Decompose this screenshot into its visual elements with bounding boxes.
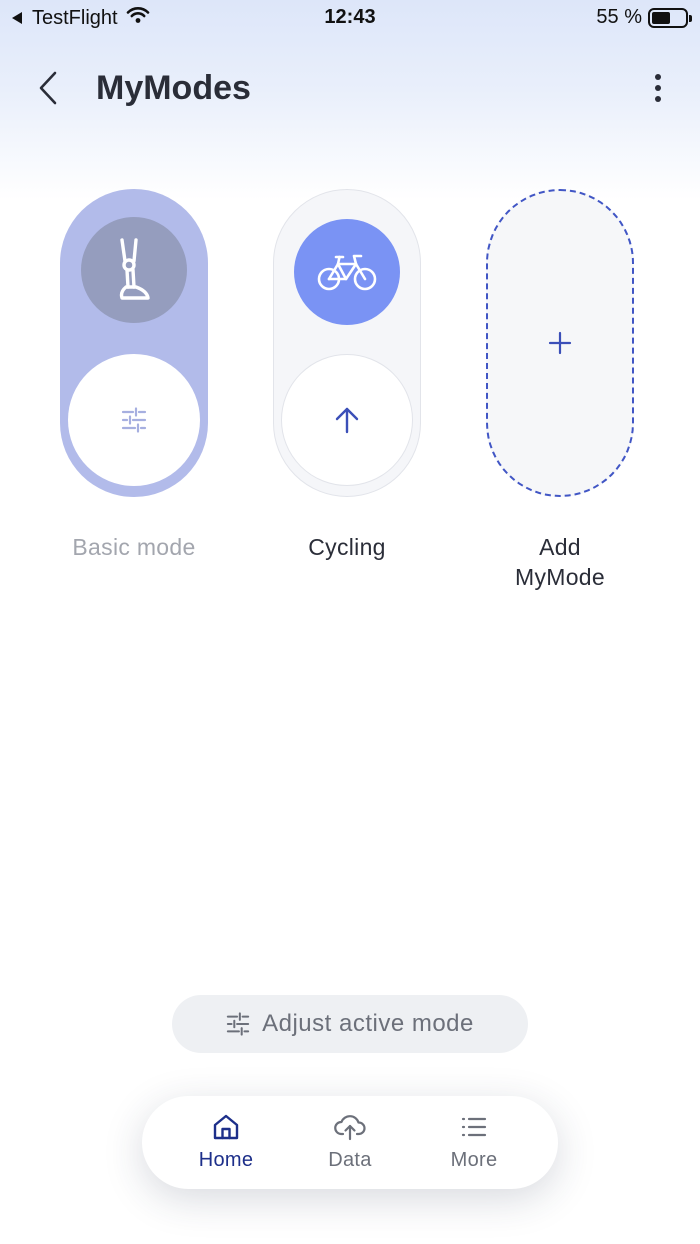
add-mymode-button[interactable] — [486, 189, 634, 497]
battery-percent: 55 % — [596, 6, 642, 28]
tab-more[interactable]: More — [419, 1113, 529, 1172]
status-bar: TestFlight 12:43 55 % — [0, 0, 700, 38]
activate-mode-button[interactable] — [280, 353, 413, 486]
sliders-icon — [121, 407, 147, 433]
mode-icon-badge — [81, 217, 187, 323]
cloud-upload-icon — [334, 1115, 366, 1141]
adjust-active-mode-label: Adjust active mode — [262, 1010, 474, 1037]
mode-settings-button[interactable] — [68, 354, 200, 486]
tab-more-label: More — [450, 1149, 498, 1171]
adjust-active-mode-button[interactable]: Adjust active mode — [172, 995, 528, 1053]
mode-label-add: Add MyMode — [515, 534, 605, 590]
sliders-icon — [226, 1012, 250, 1036]
chevron-left-icon — [39, 71, 57, 105]
mode-card-basic[interactable] — [60, 189, 208, 497]
mode-icon-badge — [293, 218, 400, 325]
battery-icon — [648, 7, 692, 28]
battery-level — [652, 11, 670, 24]
more-options-button[interactable] — [640, 68, 676, 108]
home-icon — [213, 1114, 239, 1140]
back-button[interactable] — [30, 68, 66, 108]
arrow-up-icon — [335, 407, 358, 433]
tab-home-label: Home — [198, 1149, 254, 1171]
tab-data-label: Data — [328, 1149, 372, 1171]
tab-home[interactable]: Home — [171, 1113, 281, 1172]
plus-icon — [548, 331, 572, 355]
tab-data[interactable]: Data — [295, 1113, 405, 1172]
bicycle-icon — [317, 254, 376, 290]
mode-label-cycling: Cycling — [308, 534, 386, 560]
mode-card-cycling[interactable] — [273, 189, 421, 497]
tab-bar: Home Data More — [142, 1096, 558, 1189]
list-icon — [461, 1117, 487, 1137]
more-vertical-icon — [655, 74, 661, 102]
prosthetic-leg-icon — [119, 238, 150, 300]
clock: 12:43 — [324, 6, 376, 28]
page-title: MyModes — [96, 69, 251, 107]
status-bar-right: 55 % — [596, 6, 692, 29]
mode-label-basic: Basic mode — [72, 534, 196, 560]
